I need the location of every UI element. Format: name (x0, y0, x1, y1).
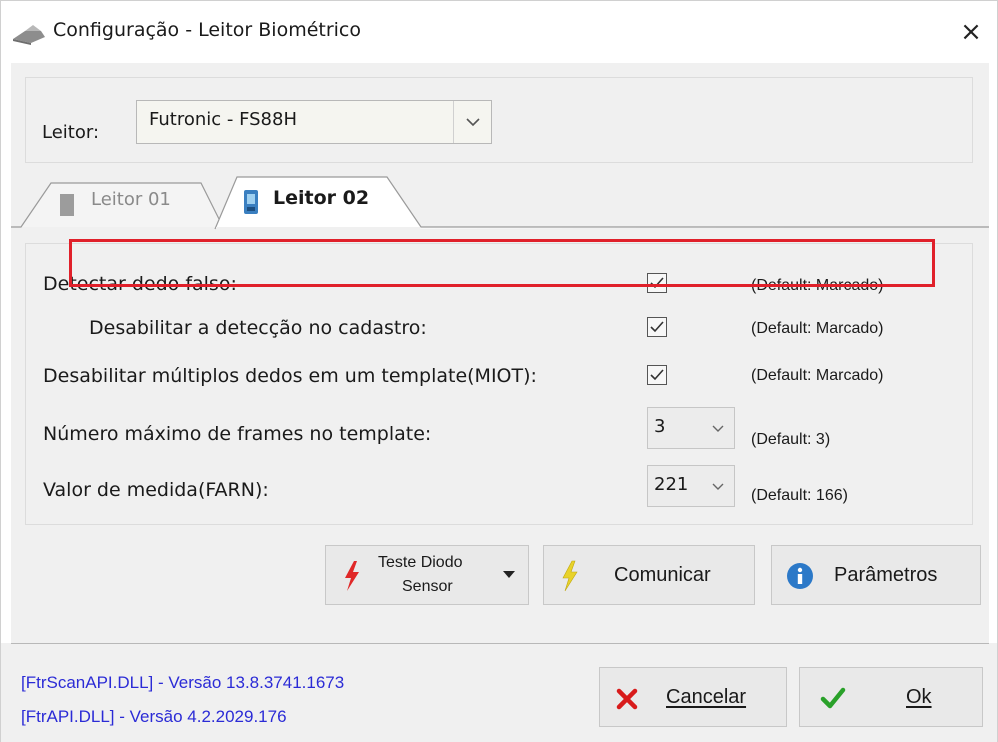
teste-diodo-label-2: Sensor (402, 578, 453, 595)
window-title: Configuração - Leitor Biométrico (53, 19, 361, 41)
cancel-button[interactable]: Cancelar (599, 667, 787, 727)
info-icon (787, 563, 813, 589)
reader-blue-icon (244, 190, 258, 214)
comunicar-label: Comunicar (614, 564, 711, 586)
teste-diodo-label-1: Teste Diodo (378, 554, 463, 571)
title-bar: Configuração - Leitor Biométrico × (1, 1, 997, 63)
comunicar-button[interactable]: Comunicar (543, 545, 755, 605)
ok-label: Ok (906, 686, 932, 708)
config-window: Configuração - Leitor Biométrico × Leito… (0, 0, 998, 742)
close-x-red-icon (616, 688, 638, 710)
parametros-button[interactable]: Parâmetros (771, 545, 981, 605)
desabilitar-deteccao-checkbox[interactable] (647, 317, 667, 337)
tab-leitor-02-label: Leitor 02 (273, 187, 370, 209)
desabilitar-multiplos-default: (Default: Marcado) (751, 367, 884, 384)
valor-medida-value: 221 (654, 474, 689, 495)
numero-frames-select[interactable]: 3 (647, 407, 735, 449)
tab-leitor-01-label: Leitor 01 (91, 189, 171, 210)
check-green-icon (820, 687, 846, 709)
ftrapi-version: [FtrAPI.DLL] - Versão 4.2.2029.176 (21, 707, 287, 726)
valor-medida-select[interactable]: 221 (647, 465, 735, 507)
checkmark-icon (650, 369, 664, 381)
fingerprint-reader-icon (13, 25, 45, 45)
ok-button[interactable]: Ok (799, 667, 983, 727)
highlight-box (69, 239, 935, 287)
close-button[interactable]: × (945, 9, 997, 55)
leitor-select-value: Futronic - FS88H (149, 109, 297, 130)
teste-diodo-button[interactable]: Teste Diodo Sensor (325, 545, 529, 605)
desabilitar-deteccao-default: (Default: Marcado) (751, 320, 884, 337)
ftrscanapi-version: [FtrScanAPI.DLL] - Versão 13.8.3741.1673 (21, 673, 345, 692)
reader-gray-icon (60, 194, 74, 216)
desabilitar-multiplos-checkbox[interactable] (647, 365, 667, 385)
checkmark-icon (650, 321, 664, 333)
chevron-down-icon[interactable] (453, 101, 491, 143)
leitor-panel: Leitor: Futronic - FS88H (25, 77, 973, 163)
leitor-select[interactable]: Futronic - FS88H (136, 100, 492, 144)
chevron-down-icon (712, 483, 724, 490)
cancel-label: Cancelar (666, 686, 747, 708)
separator (11, 643, 989, 644)
valor-medida-label: Valor de medida(FARN): (43, 479, 269, 501)
leitor-label: Leitor: (42, 122, 100, 143)
desabilitar-deteccao-label: Desabilitar a detecção no cadastro: (89, 317, 427, 339)
chevron-down-icon (712, 425, 724, 432)
desabilitar-multiplos-label: Desabilitar múltiplos dedos em um templa… (43, 365, 537, 387)
lightning-yellow-icon (562, 560, 578, 592)
numero-frames-label: Número máximo de frames no template: (43, 423, 432, 445)
lightning-red-icon (345, 561, 359, 591)
dropdown-arrow-icon[interactable] (502, 570, 516, 580)
numero-frames-value: 3 (654, 416, 666, 437)
parametros-label: Parâmetros (834, 564, 938, 586)
numero-frames-default: (Default: 3) (751, 431, 831, 448)
valor-medida-default: (Default: 166) (751, 487, 848, 504)
